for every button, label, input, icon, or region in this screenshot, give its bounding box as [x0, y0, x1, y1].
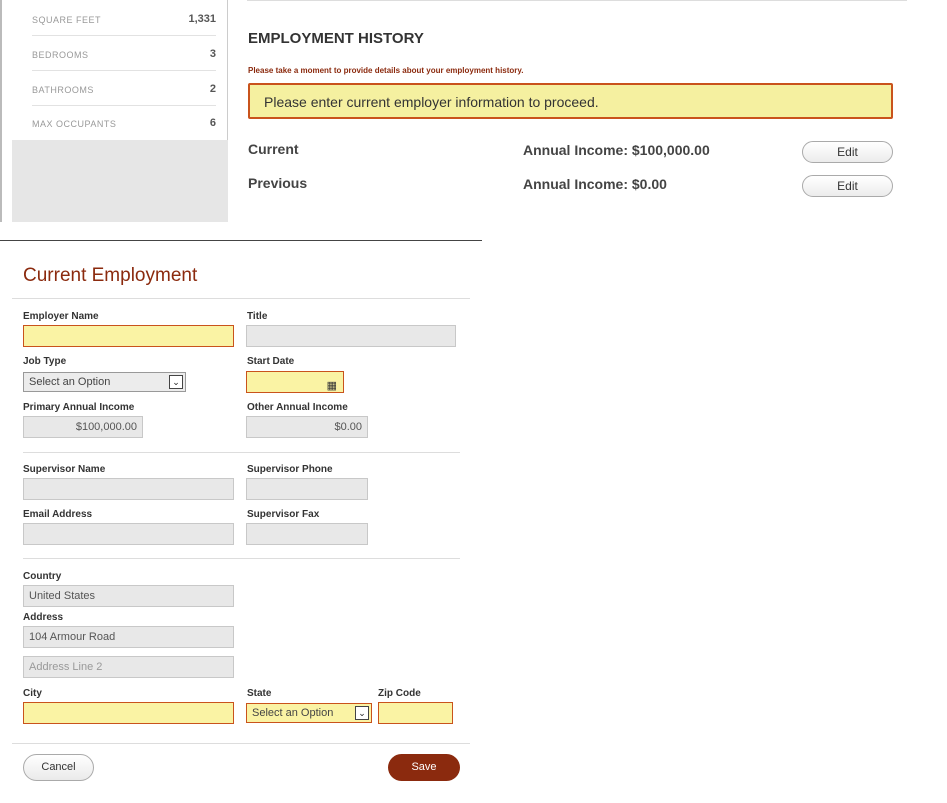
primary-income-input[interactable]: $100,000.00 [23, 416, 143, 438]
property-row-bathrooms: BATHROOMS 2 [32, 72, 216, 106]
state-value: Select an Option [252, 707, 334, 719]
supervisor-phone-label: Supervisor Phone [247, 464, 333, 475]
zip-label: Zip Code [378, 688, 421, 699]
property-label: SQUARE FEET [32, 15, 102, 25]
left-edge [0, 0, 2, 222]
title-input[interactable] [246, 325, 456, 347]
chevron-down-icon[interactable]: ⌄ [169, 375, 183, 389]
employment-history-heading: EMPLOYMENT HISTORY [248, 30, 424, 47]
calendar-icon[interactable]: ▦ [327, 376, 337, 396]
form-rule [23, 452, 460, 453]
property-row-bedrooms: BEDROOMS 3 [32, 37, 216, 71]
city-input[interactable] [23, 702, 234, 724]
history-previous-income: Annual Income: $0.00 [523, 176, 667, 192]
form-title: Current Employment [23, 265, 198, 286]
history-current-income: Annual Income: $100,000.00 [523, 142, 710, 158]
job-type-select[interactable]: Select an Option ⌄ [23, 372, 186, 392]
supervisor-fax-input[interactable] [246, 523, 368, 545]
form-footer-rule [12, 743, 470, 744]
primary-income-label: Primary Annual Income [23, 402, 135, 413]
property-label: BATHROOMS [32, 85, 94, 95]
property-details-card: SQUARE FEET 1,331 BEDROOMS 3 BATHROOMS 2… [12, 0, 228, 140]
save-button[interactable]: Save [388, 754, 460, 781]
country-label: Country [23, 571, 62, 582]
start-date-input[interactable]: ▦ [246, 371, 344, 393]
address-line2-input[interactable]: Address Line 2 [23, 656, 234, 678]
start-date-label: Start Date [247, 356, 295, 367]
property-value: 2 [209, 83, 216, 95]
form-rule [23, 558, 460, 559]
other-income-input[interactable]: $0.00 [246, 416, 368, 438]
chevron-down-icon[interactable]: ⌄ [355, 706, 369, 720]
top-divider [247, 0, 907, 1]
country-input[interactable]: United States [23, 585, 234, 607]
job-type-label: Job Type [23, 356, 67, 367]
property-row-square-feet: SQUARE FEET 1,331 [32, 2, 216, 36]
address-input[interactable]: 104 Armour Road [23, 626, 234, 648]
property-row-max-occupants: MAX OCCUPANTS 6 [32, 106, 216, 140]
cancel-button[interactable]: Cancel [23, 754, 94, 781]
supervisor-phone-input[interactable] [246, 478, 368, 500]
city-label: City [23, 688, 42, 699]
zip-input[interactable] [378, 702, 453, 724]
state-label: State [247, 688, 272, 699]
alert-text: Please enter current employer informatio… [264, 94, 599, 110]
property-value: 6 [209, 117, 216, 129]
employer-name-label: Employer Name [23, 311, 99, 322]
other-income-label: Other Annual Income [247, 402, 348, 413]
state-select[interactable]: Select an Option ⌄ [246, 703, 372, 723]
email-input[interactable] [23, 523, 234, 545]
supervisor-name-label: Supervisor Name [23, 464, 106, 475]
employer-name-input[interactable] [23, 325, 234, 347]
alert-message: Please enter current employer informatio… [248, 83, 893, 119]
address-label: Address [23, 612, 64, 623]
property-label: BEDROOMS [32, 50, 89, 60]
job-type-value: Select an Option [29, 376, 111, 388]
form-title-rule [12, 298, 470, 299]
property-label: MAX OCCUPANTS [32, 119, 117, 129]
history-previous-label: Previous [248, 175, 308, 191]
edit-previous-button[interactable]: Edit [802, 175, 893, 197]
title-label: Title [247, 311, 268, 322]
supervisor-fax-label: Supervisor Fax [247, 509, 320, 520]
property-value: 3 [209, 48, 216, 60]
section-divider [0, 240, 482, 241]
edit-current-button[interactable]: Edit [802, 141, 893, 163]
supervisor-name-input[interactable] [23, 478, 234, 500]
property-value: 1,331 [188, 13, 216, 25]
employment-history-subtext: Please take a moment to provide details … [248, 66, 524, 75]
history-current-label: Current [248, 141, 299, 157]
email-label: Email Address [23, 509, 93, 520]
